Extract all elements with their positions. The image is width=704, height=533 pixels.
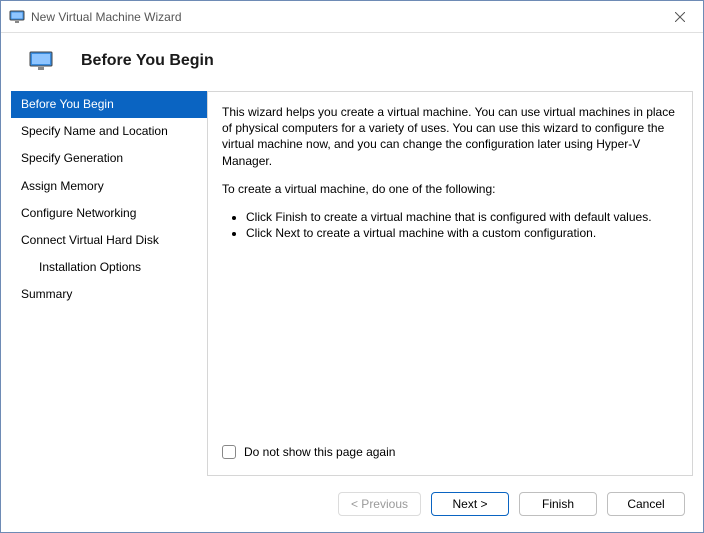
wizard-footer: < Previous Next > Finish Cancel: [1, 476, 703, 532]
intro-paragraph: This wizard helps you create a virtual m…: [222, 104, 678, 169]
wizard-step-label: Installation Options: [39, 260, 141, 274]
app-icon: [9, 9, 25, 25]
wizard-window: New Virtual Machine Wizard Before You Be…: [0, 0, 704, 533]
wizard-step-label: Connect Virtual Hard Disk: [21, 233, 159, 247]
close-button[interactable]: [657, 2, 703, 32]
dont-show-again-row[interactable]: Do not show this page again: [222, 439, 678, 465]
instruction-paragraph: To create a virtual machine, do one of t…: [222, 181, 678, 197]
wizard-step-label: Configure Networking: [21, 206, 136, 220]
wizard-step-item[interactable]: Assign Memory: [11, 173, 207, 200]
wizard-steps-sidebar: Before You Begin Specify Name and Locatio…: [11, 91, 207, 476]
previous-button: < Previous: [338, 492, 421, 516]
wizard-step-item[interactable]: Summary: [11, 281, 207, 308]
dont-show-again-label: Do not show this page again: [244, 445, 395, 459]
next-button[interactable]: Next >: [431, 492, 509, 516]
instruction-bullet: Click Next to create a virtual machine w…: [246, 225, 678, 241]
titlebar: New Virtual Machine Wizard: [1, 1, 703, 33]
cancel-button[interactable]: Cancel: [607, 492, 685, 516]
wizard-step-item[interactable]: Before You Begin: [11, 91, 207, 118]
wizard-step-item[interactable]: Configure Networking: [11, 200, 207, 227]
wizard-header-icon: [29, 49, 53, 73]
page-title: Before You Begin: [81, 52, 214, 70]
wizard-step-item[interactable]: Specify Generation: [11, 145, 207, 172]
close-icon: [675, 12, 685, 22]
wizard-step-label: Specify Generation: [21, 151, 123, 165]
wizard-step-label: Assign Memory: [21, 179, 104, 193]
wizard-step-item[interactable]: Installation Options: [11, 254, 207, 281]
wizard-step-label: Before You Begin: [21, 97, 114, 111]
wizard-step-label: Summary: [21, 287, 72, 301]
wizard-content-panel: This wizard helps you create a virtual m…: [207, 91, 693, 476]
wizard-header: Before You Begin: [1, 33, 703, 91]
instruction-bullet: Click Finish to create a virtual machine…: [246, 209, 678, 225]
wizard-step-item[interactable]: Specify Name and Location: [11, 118, 207, 145]
wizard-steps-list: Before You Begin Specify Name and Locatio…: [11, 91, 207, 309]
dont-show-again-checkbox[interactable]: [222, 445, 236, 459]
window-title: New Virtual Machine Wizard: [31, 10, 657, 24]
wizard-step-item[interactable]: Connect Virtual Hard Disk: [11, 227, 207, 254]
content-spacer: [222, 253, 678, 439]
instruction-bullets: Click Finish to create a virtual machine…: [222, 209, 678, 241]
wizard-step-label: Specify Name and Location: [21, 124, 168, 138]
wizard-body: Before You Begin Specify Name and Locatio…: [1, 91, 703, 476]
finish-button[interactable]: Finish: [519, 492, 597, 516]
